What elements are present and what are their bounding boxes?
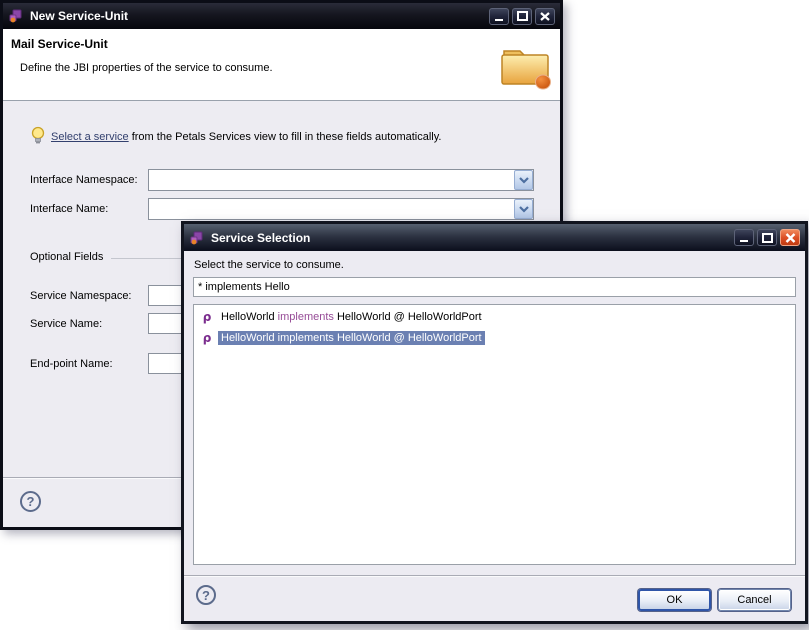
close-icon[interactable] [780,229,800,246]
list-item-selected[interactable]: ρ HelloWorld implements HelloWorld @ Hel… [194,329,795,347]
footer-separator [184,575,805,577]
back-window-controls [489,8,555,25]
hint-rest: from the Petals Services view to fill in… [129,131,442,143]
back-window-title: New Service-Unit [30,9,483,23]
maximize-button[interactable] [512,8,532,25]
front-titlebar[interactable]: Service Selection [184,224,805,251]
maximize-button[interactable] [757,229,777,246]
interface-namespace-label: Interface Namespace: [30,174,138,186]
service-namespace-label: Service Namespace: [30,290,132,302]
service-selection-dialog: Service Selection Select the service to … [181,221,808,624]
help-button[interactable]: ? [196,585,216,605]
interface-name-combo[interactable] [148,198,534,220]
minimize-button[interactable] [489,8,509,25]
cancel-button[interactable]: Cancel [718,589,791,611]
chevron-down-icon[interactable] [514,199,533,219]
hint-text: Select a service from the Petals Service… [51,131,441,143]
back-titlebar[interactable]: New Service-Unit [3,3,560,29]
help-button[interactable]: ? [20,491,41,512]
wizard-header: Mail Service-Unit Define the JBI propert… [3,29,560,101]
service-entry-text: HelloWorld implements HelloWorld @ Hello… [218,310,485,324]
wizard-page-description: Define the JBI properties of the service… [20,62,273,74]
close-icon[interactable] [535,8,555,25]
service-entry-text: HelloWorld implements HelloWorld @ Hello… [218,331,485,345]
front-window-controls [734,229,800,246]
service-list[interactable]: ρ HelloWorld implements HelloWorld @ Hel… [193,304,796,565]
wizard-page-title: Mail Service-Unit [11,37,108,51]
interface-namespace-combo[interactable] [148,169,534,191]
optional-fields-label: Optional Fields [30,251,103,263]
service-filter-input[interactable] [193,277,796,297]
interface-name-label: Interface Name: [30,203,108,215]
ok-button[interactable]: OK [638,589,711,611]
front-window-title: Service Selection [211,231,728,245]
dialog-app-icon [189,230,205,246]
minimize-button[interactable] [734,229,754,246]
dialog-app-icon [8,8,24,24]
lightbulb-icon [31,126,45,148]
service-name-label: Service Name: [30,318,102,330]
service-icon: ρ [200,331,214,345]
select-a-service-link[interactable]: Select a service [51,131,129,143]
hint-row: Select a service from the Petals Service… [31,126,441,148]
folder-icon [498,39,552,94]
endpoint-name-label: End-point Name: [30,358,113,370]
chevron-down-icon[interactable] [514,170,533,190]
dialog-prompt: Select the service to consume. [194,259,344,271]
service-icon: ρ [200,310,214,324]
list-item[interactable]: ρ HelloWorld implements HelloWorld @ Hel… [194,308,795,326]
